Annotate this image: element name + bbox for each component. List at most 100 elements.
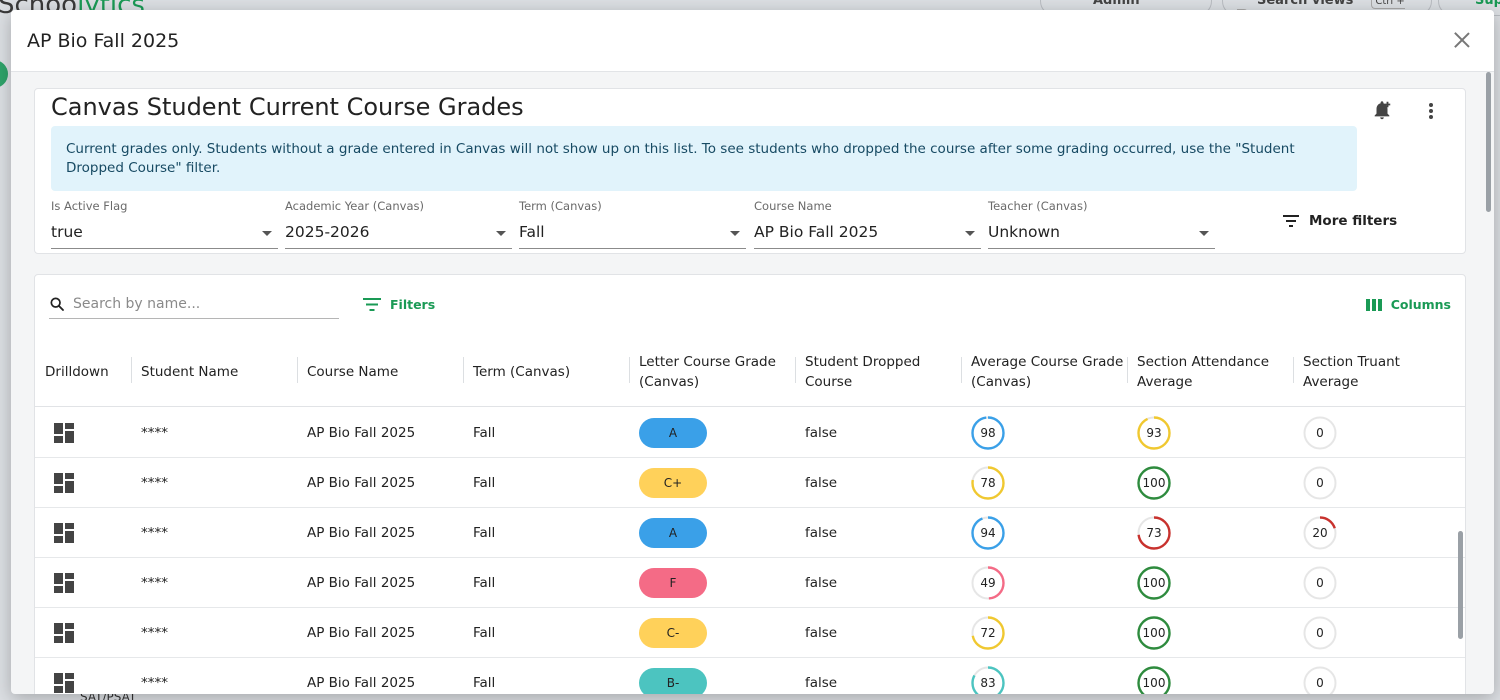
value-ring: 100 — [1137, 466, 1171, 500]
value-ring: 94 — [971, 516, 1005, 550]
column-header-truant[interactable]: Section Truant Average — [1293, 337, 1459, 407]
chevron-down-icon — [965, 231, 975, 236]
value-ring: 93 — [1137, 416, 1171, 450]
term-cell: Fall — [473, 475, 496, 491]
column-header-attendance[interactable]: Section Attendance Average — [1127, 337, 1293, 407]
column-header-student-name[interactable]: Student Name — [131, 337, 297, 407]
grade-badge: A — [639, 418, 707, 448]
table-scrollbar[interactable] — [1458, 405, 1463, 694]
dashboard-grid-icon — [54, 573, 74, 593]
truant-cell: 0 — [1303, 558, 1337, 608]
chevron-down-icon — [262, 231, 272, 236]
info-banner: Current grades only. Students without a … — [51, 126, 1357, 191]
column-header-letter-grade[interactable]: Letter Course Grade (Canvas) — [629, 337, 795, 407]
letter-grade-cell: C+ — [639, 458, 707, 508]
more-vert-icon[interactable] — [1421, 101, 1441, 121]
value-ring: 100 — [1137, 616, 1171, 650]
attendance-cell: 100 — [1137, 558, 1171, 608]
term-cell: Fall — [473, 525, 496, 541]
attendance-cell: 100 — [1137, 458, 1171, 508]
table-row[interactable]: **** AP Bio Fall 2025 Fall Afalse 98 93 0 — [35, 408, 1465, 458]
report-modal: AP Bio Fall 2025 Canvas Student Current … — [11, 10, 1494, 694]
chevron-down-icon — [730, 231, 740, 236]
letter-grade-cell: C- — [639, 608, 707, 658]
course-name-cell: AP Bio Fall 2025 — [307, 475, 416, 491]
filter-is-active[interactable]: Is Active Flag true — [51, 199, 278, 249]
value-ring: 0 — [1303, 566, 1337, 600]
column-header-avg-grade[interactable]: Average Course Grade (Canvas) — [961, 337, 1127, 407]
grade-badge: A — [639, 518, 707, 548]
drilldown-button[interactable] — [54, 608, 74, 658]
drilldown-button[interactable] — [54, 558, 74, 608]
modal-body: Canvas Student Current Course Grades Cur… — [11, 72, 1494, 694]
value-ring: 78 — [971, 466, 1005, 500]
table-row[interactable]: **** AP Bio Fall 2025 Fall C+ false 78 100 0 — [35, 458, 1465, 508]
filter-academic-year[interactable]: Academic Year (Canvas) 2025-2026 — [285, 199, 512, 249]
dropped-cell: false — [805, 425, 838, 441]
bell-plus-icon[interactable] — [1371, 99, 1393, 121]
filter-term[interactable]: Term (Canvas) Fall — [519, 199, 746, 249]
student-name-cell: **** — [141, 425, 168, 441]
student-name-cell: **** — [141, 475, 168, 491]
dropped-cell: false — [805, 675, 838, 691]
table-row[interactable]: **** AP Bio Fall 2025 Fall Afalse 94 73 20 — [35, 508, 1465, 558]
avg-grade-cell: 49 — [971, 558, 1005, 608]
modal-header: AP Bio Fall 2025 — [11, 10, 1494, 72]
attendance-cell: 93 — [1137, 408, 1171, 458]
attendance-cell: 73 — [1137, 508, 1171, 558]
drilldown-button[interactable] — [54, 458, 74, 508]
chevron-down-icon — [1199, 231, 1209, 236]
avg-grade-cell: 72 — [971, 608, 1005, 658]
table-row[interactable]: **** AP Bio Fall 2025 Fall B-false 83 100 0 — [35, 658, 1465, 694]
dropped-cell: false — [805, 525, 838, 541]
columns-button[interactable]: Columns — [1365, 297, 1451, 312]
modal-scrollbar[interactable] — [1486, 72, 1492, 694]
column-header-dropped[interactable]: Student Dropped Course — [795, 337, 961, 407]
table-row[interactable]: **** AP Bio Fall 2025 Fall Ffalse 49 100 0 — [35, 558, 1465, 608]
course-name-cell: AP Bio Fall 2025 — [307, 675, 416, 691]
letter-grade-cell: F — [639, 558, 707, 608]
term-cell: Fall — [473, 625, 496, 641]
filters-button[interactable]: Filters — [363, 297, 435, 312]
filter-lines-icon — [1283, 215, 1299, 227]
report-filter-card: Canvas Student Current Course Grades Cur… — [34, 88, 1466, 254]
column-header-drilldown[interactable]: Drilldown — [35, 337, 131, 407]
search-field[interactable] — [49, 289, 339, 319]
grade-badge: F — [639, 568, 707, 598]
filter-course-name[interactable]: Course Name AP Bio Fall 2025 — [754, 199, 981, 249]
letter-grade-cell: A — [639, 508, 707, 558]
attendance-cell: 100 — [1137, 608, 1171, 658]
search-input[interactable] — [65, 295, 315, 312]
filter-teacher[interactable]: Teacher (Canvas) Unknown — [988, 199, 1215, 249]
dashboard-grid-icon — [54, 423, 74, 443]
drilldown-button[interactable] — [54, 508, 74, 558]
more-filters-button[interactable]: More filters — [1283, 213, 1397, 229]
value-ring: 72 — [971, 616, 1005, 650]
term-cell: Fall — [473, 675, 496, 691]
dropped-cell: false — [805, 575, 838, 591]
drilldown-button[interactable] — [54, 658, 74, 694]
sidebar-indicator — [0, 60, 8, 88]
drilldown-button[interactable] — [54, 408, 74, 458]
grade-badge: B- — [639, 668, 707, 694]
avg-grade-cell: 98 — [971, 408, 1005, 458]
value-ring: 49 — [971, 566, 1005, 600]
close-icon[interactable] — [1452, 30, 1472, 50]
letter-grade-cell: A — [639, 408, 707, 458]
value-ring: 98 — [971, 416, 1005, 450]
table-row[interactable]: **** AP Bio Fall 2025 Fall C-false 72 100 0 — [35, 608, 1465, 658]
avg-grade-cell: 83 — [971, 658, 1005, 694]
column-header-term[interactable]: Term (Canvas) — [463, 337, 629, 407]
value-ring: 20 — [1303, 516, 1337, 550]
column-header-course-name[interactable]: Course Name — [297, 337, 463, 407]
value-ring: 73 — [1137, 516, 1171, 550]
value-ring: 0 — [1303, 666, 1337, 694]
dashboard-grid-icon — [54, 673, 74, 693]
student-name-cell: **** — [141, 575, 168, 591]
student-name-cell: **** — [141, 525, 168, 541]
student-name-cell: **** — [141, 675, 168, 691]
modal-title: AP Bio Fall 2025 — [27, 29, 180, 52]
value-ring: 100 — [1137, 666, 1171, 694]
value-ring: 0 — [1303, 616, 1337, 650]
report-title: Canvas Student Current Course Grades — [51, 93, 524, 121]
